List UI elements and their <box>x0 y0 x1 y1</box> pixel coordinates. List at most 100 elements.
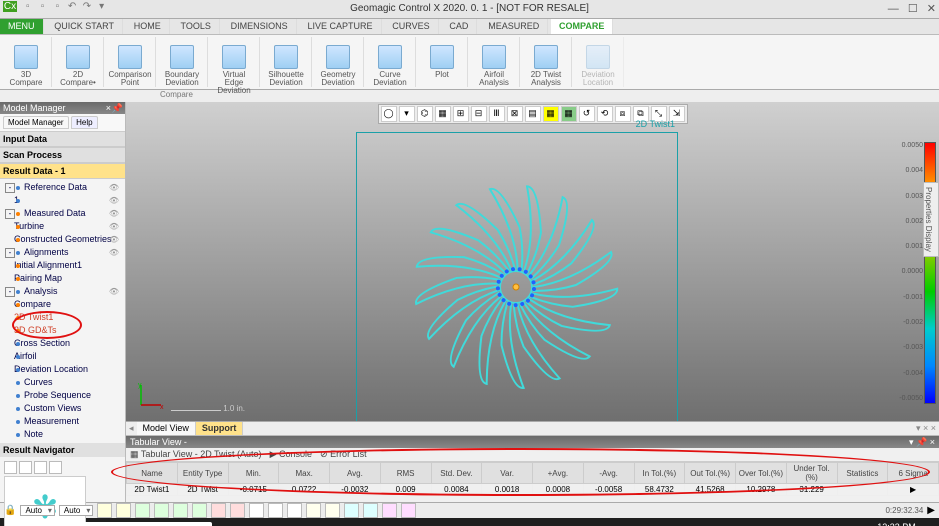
vp-btn[interactable]: ↺ <box>579 106 595 122</box>
thumb-btn-3[interactable] <box>34 461 47 474</box>
tab-compare[interactable]: COMPARE <box>551 19 613 34</box>
vp-btn[interactable]: ⧈ <box>615 106 631 122</box>
status-btn[interactable] <box>211 503 226 518</box>
col-intol[interactable]: In Tol.(%) <box>634 463 685 484</box>
col-var[interactable]: Var. <box>482 463 533 484</box>
qat-undo-icon[interactable]: ↶ <box>66 1 78 13</box>
maximize-button[interactable]: ☐ <box>908 3 918 15</box>
tree-curves[interactable]: Curves <box>4 376 121 389</box>
tabmode-tabular[interactable]: ▦ Tabular View - 2D Twist (Auto) <box>130 449 262 460</box>
status-btn[interactable] <box>287 503 302 518</box>
btn-plot[interactable]: Plot <box>422 37 468 87</box>
col-navg[interactable]: -Avg. <box>583 463 634 484</box>
btn-3d-compare[interactable]: 3D Compare <box>6 37 52 87</box>
col-min[interactable]: Min. <box>228 463 279 484</box>
vp-btn[interactable]: ▤ <box>525 106 541 122</box>
tab-measured[interactable]: MEASURED <box>480 19 548 34</box>
status-btn[interactable] <box>230 503 245 518</box>
status-btn[interactable] <box>382 503 397 518</box>
combo-1[interactable]: Auto <box>20 505 54 516</box>
tree-initial-alignment[interactable]: Initial Alignment1 <box>4 259 121 272</box>
result-row[interactable]: 2D Twist1 2D Twist -0.0715 0.0722 -0.003… <box>127 484 939 496</box>
tree-measurement[interactable]: Measurement <box>4 415 121 428</box>
tree-airfoil[interactable]: Airfoil <box>4 350 121 363</box>
tab-help[interactable]: Help <box>71 116 97 129</box>
col-overtol[interactable]: Over Tol.(%) <box>736 463 787 484</box>
visibility-toggle-icon[interactable]: 👁 <box>109 207 119 220</box>
btn-airfoil-analysis[interactable]: Airfoil Analysis <box>474 37 520 87</box>
tree-deviation-location[interactable]: Deviation Location <box>4 363 121 376</box>
btn-2d-compare[interactable]: 2D Compare• <box>58 37 104 87</box>
vp-btn[interactable]: ▦ <box>543 106 559 122</box>
btn-curve-deviation[interactable]: Curve Deviation <box>370 37 416 87</box>
tab-menu[interactable]: MENU <box>0 19 44 34</box>
tree-note[interactable]: Note <box>4 428 121 441</box>
qat-redo-icon[interactable]: ↷ <box>81 1 93 13</box>
thumb-preview[interactable]: ✻ <box>4 476 86 526</box>
btn-deviation-location[interactable]: Deviation Location <box>578 37 624 87</box>
col-max[interactable]: Max. <box>279 463 330 484</box>
status-btn[interactable] <box>135 503 150 518</box>
col-name[interactable]: Name <box>127 463 178 484</box>
minimize-button[interactable]: — <box>888 3 899 15</box>
vp-btn[interactable]: ⟲ <box>597 106 613 122</box>
status-lock-icon[interactable]: 🔒 <box>4 505 16 516</box>
visibility-toggle-icon[interactable]: 👁 <box>109 194 119 207</box>
tabular-header-btns[interactable]: ▾ 📌 × <box>909 437 935 448</box>
tree-3d-gdt[interactable]: 3D GD&Ts <box>4 324 121 337</box>
tab-curves[interactable]: CURVES <box>384 19 438 34</box>
btn-silhouette-deviation[interactable]: Silhouette Deviation <box>266 37 312 87</box>
status-btn[interactable] <box>268 503 283 518</box>
taskbar-search[interactable]: 🔍 Type here to search <box>30 522 212 526</box>
qat-new-icon[interactable]: ▫ <box>22 1 34 13</box>
vp-btn[interactable]: ⊟ <box>471 106 487 122</box>
combo-2[interactable]: Auto <box>59 505 93 516</box>
tree-measured-data[interactable]: -Measured Data👁 <box>4 207 121 220</box>
col-outtol[interactable]: Out Tol.(%) <box>685 463 736 484</box>
status-btn[interactable] <box>401 503 416 518</box>
tree-alignments[interactable]: -Alignments👁 <box>4 246 121 259</box>
tree-compare[interactable]: Compare <box>4 298 121 311</box>
qat-save-icon[interactable]: ▫ <box>51 1 63 13</box>
tab-support[interactable]: Support <box>196 422 244 435</box>
tree-ref-1[interactable]: 1👁 <box>4 194 121 207</box>
col-rms[interactable]: RMS <box>380 463 431 484</box>
result-navigator-header[interactable]: Result Navigator <box>0 443 125 457</box>
status-btn[interactable] <box>97 503 112 518</box>
col-avg[interactable]: Avg. <box>330 463 381 484</box>
status-btn[interactable] <box>344 503 359 518</box>
panel-pin-icon[interactable]: 📌 <box>112 103 123 114</box>
vp-btn[interactable]: ◯ <box>381 106 397 122</box>
vp-btn[interactable]: ⌬ <box>417 106 433 122</box>
vp-btn[interactable]: ⊞ <box>453 106 469 122</box>
btn-comparison-point[interactable]: Comparison Point <box>110 37 156 87</box>
tabmode-errorlist[interactable]: ⊘ Error List <box>320 449 367 460</box>
visibility-toggle-icon[interactable]: 👁 <box>109 233 119 246</box>
qat-open-icon[interactable]: ▫ <box>37 1 49 13</box>
col-entity[interactable]: Entity Type <box>177 463 228 484</box>
close-button[interactable]: ✕ <box>927 3 936 15</box>
section-scan-process[interactable]: Scan Process <box>0 147 125 163</box>
btn-geometry-deviation[interactable]: Geometry Deviation <box>318 37 364 87</box>
thumb-btn-1[interactable] <box>4 461 17 474</box>
tab-livecapture[interactable]: LIVE CAPTURE <box>299 19 381 34</box>
btn-virtual-edge-deviation[interactable]: Virtual Edge Deviation <box>214 37 260 87</box>
tab-quickstart[interactable]: QUICK START <box>46 19 123 34</box>
btn-2d-twist-analysis[interactable]: 2D Twist Analysis <box>526 37 572 87</box>
vp-btn[interactable]: ⊠ <box>507 106 523 122</box>
qat-more-icon[interactable]: ▾ <box>96 1 108 13</box>
thumb-btn-4[interactable] <box>49 461 62 474</box>
tab-tools[interactable]: TOOLS <box>173 19 220 34</box>
timer-icon[interactable]: ▶ <box>927 505 935 516</box>
section-input-data[interactable]: Input Data <box>0 131 125 147</box>
col-std[interactable]: Std. Dev. <box>431 463 482 484</box>
vp-btn[interactable]: ▾ <box>399 106 415 122</box>
visibility-toggle-icon[interactable]: 👁 <box>109 220 119 233</box>
visibility-toggle-icon[interactable]: 👁 <box>109 181 119 194</box>
visibility-toggle-icon[interactable]: 👁 <box>109 285 119 298</box>
vp-btn[interactable]: ▦ <box>561 106 577 122</box>
tree-constructed-geom[interactable]: Constructed Geometries👁 <box>4 233 121 246</box>
tree-pairing-map[interactable]: Pairing Map <box>4 272 121 285</box>
status-btn[interactable] <box>249 503 264 518</box>
tab-home[interactable]: HOME <box>126 19 170 34</box>
